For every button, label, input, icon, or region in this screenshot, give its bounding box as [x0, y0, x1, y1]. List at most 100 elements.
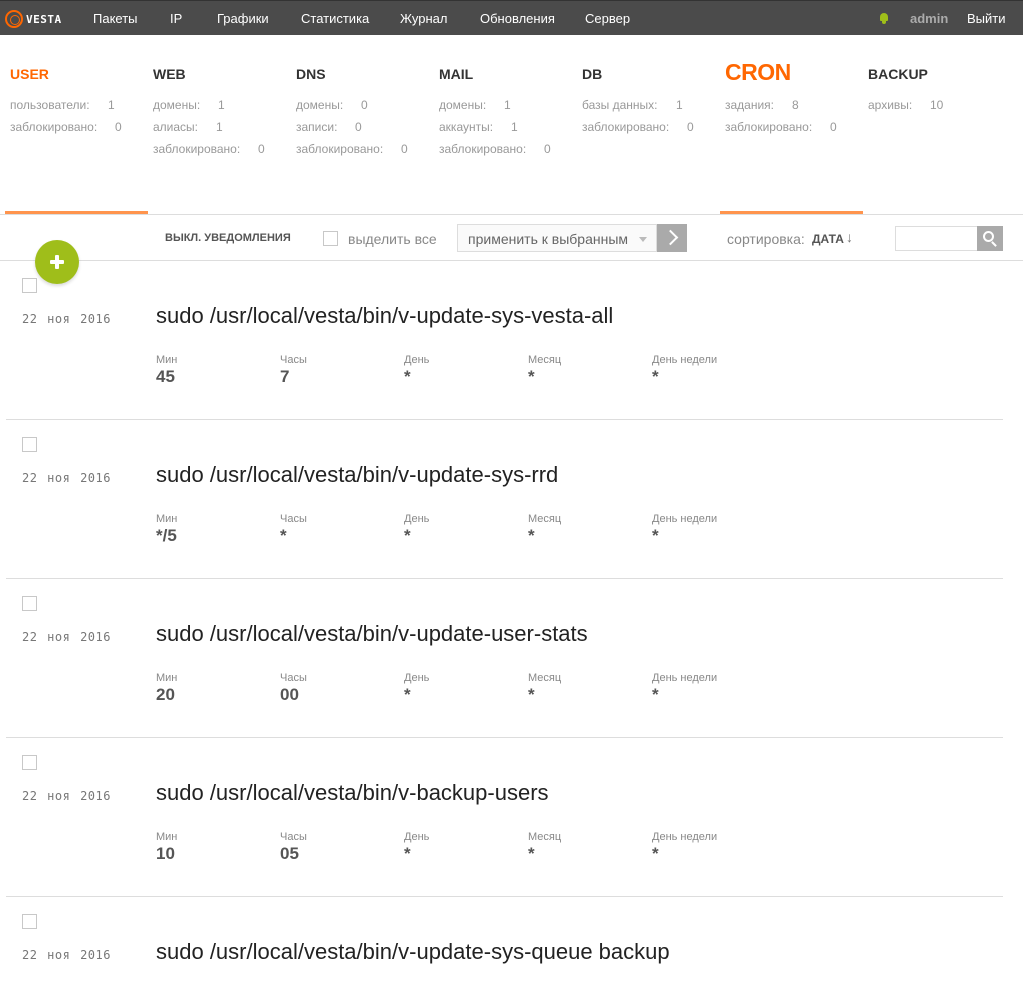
panel-db[interactable]: DB базы данных: 1 заблокировано: 0	[582, 62, 725, 214]
mute-notifications-button[interactable]: ВЫКЛ. УВЕДОМЛЕНИЯ	[165, 232, 291, 244]
field-label: Часы	[280, 513, 307, 525]
panel-title: WEB	[153, 66, 186, 82]
field-weekday: День недели *	[652, 672, 717, 705]
nav-item-server[interactable]: Сервер	[585, 11, 630, 26]
panel-cron[interactable]: CRON задания: 8 заблокировано: 0	[725, 59, 868, 214]
field-month: Месяц *	[528, 354, 561, 387]
search-input[interactable]	[895, 226, 978, 251]
field-value: *	[528, 685, 535, 704]
field-value: *	[652, 526, 659, 545]
field-label: День недели	[652, 831, 718, 843]
panel-row-label: заблокировано:	[439, 142, 527, 156]
panel-row-value: 0	[830, 120, 837, 134]
job-command[interactable]: sudo /usr/local/vesta/bin/v-update-sys-q…	[156, 939, 670, 965]
panel-row-value: 8	[792, 98, 799, 112]
field-value: *	[528, 844, 535, 863]
panel-mail[interactable]: MAIL домены: 1 аккаунты: 1 заблокировано…	[439, 62, 582, 214]
field-value: */5	[156, 526, 177, 545]
job-command[interactable]: sudo /usr/local/vesta/bin/v-update-sys-v…	[156, 303, 613, 329]
field-hour: Часы 05	[280, 831, 307, 864]
panel-row-label: заблокировано:	[10, 120, 98, 134]
field-label: Часы	[280, 354, 307, 366]
row-checkbox[interactable]	[22, 755, 37, 770]
select-all-label[interactable]: выделить все	[348, 231, 437, 247]
panel-title: BACKUP	[868, 66, 928, 82]
panel-row-label: записи:	[296, 120, 338, 134]
bulk-action-select[interactable]: применить к выбранным	[457, 224, 657, 252]
nav-item-statistics[interactable]: Статистика	[301, 11, 369, 26]
field-label: День недели	[652, 672, 718, 684]
panel-row-label: домены:	[296, 98, 344, 112]
cron-job-row[interactable]: 22 ноя 2016 sudo /usr/local/vesta/bin/v-…	[6, 420, 1003, 579]
field-label: Мин	[156, 513, 178, 525]
job-command[interactable]: sudo /usr/local/vesta/bin/v-backup-users	[156, 780, 549, 806]
nav-item-graphs[interactable]: Графики	[217, 11, 269, 26]
field-label: День	[404, 513, 430, 525]
cron-job-row[interactable]: 22 ноя 2016 sudo /usr/local/vesta/bin/v-…	[6, 738, 1003, 897]
nav-item-ip[interactable]: IP	[170, 11, 182, 26]
panel-backup[interactable]: BACKUP архивы: 10	[868, 62, 1011, 214]
row-checkbox[interactable]	[22, 437, 37, 452]
field-min: Мин */5	[156, 513, 177, 546]
logout-link[interactable]: Выйти	[967, 11, 1006, 26]
field-value: 05	[280, 844, 299, 863]
row-checkbox[interactable]	[22, 278, 37, 293]
user-menu-admin[interactable]: admin	[910, 11, 948, 26]
nav-item-log[interactable]: Журнал	[400, 11, 447, 26]
cron-job-row[interactable]: 22 ноя 2016 sudo /usr/local/vesta/bin/v-…	[6, 261, 1003, 420]
field-value: *	[404, 526, 411, 545]
job-command[interactable]: sudo /usr/local/vesta/bin/v-update-user-…	[156, 621, 588, 647]
panel-row-label: заблокировано:	[296, 142, 384, 156]
field-hour: Часы *	[280, 513, 307, 546]
panel-row-label: аккаунты:	[439, 120, 494, 134]
field-label: День недели	[652, 354, 718, 366]
cron-job-row[interactable]: 22 ноя 2016 sudo /usr/local/vesta/bin/v-…	[6, 579, 1003, 738]
panel-title: DB	[582, 66, 603, 82]
cron-job-row[interactable]: 22 ноя 2016 sudo /usr/local/vesta/bin/v-…	[6, 897, 1003, 986]
panel-row-label: пользователи:	[10, 98, 90, 112]
panel-dns[interactable]: DNS домены: 0 записи: 0 заблокировано: 0	[296, 62, 439, 214]
row-checkbox[interactable]	[22, 596, 37, 611]
panel-row-value: 1	[216, 120, 223, 134]
field-value: 00	[280, 685, 299, 704]
job-command[interactable]: sudo /usr/local/vesta/bin/v-update-sys-r…	[156, 462, 558, 488]
field-label: День	[404, 672, 430, 684]
panel-row-value: 1	[218, 98, 225, 112]
notifications-bell-icon[interactable]	[879, 13, 889, 24]
panel-row-label: базы данных:	[582, 98, 658, 112]
field-weekday: День недели *	[652, 513, 717, 546]
field-label: Месяц	[528, 354, 562, 366]
search-button[interactable]	[977, 226, 1003, 251]
field-label: Мин	[156, 354, 178, 366]
field-month: Месяц *	[528, 831, 561, 864]
panel-row-value: 0	[687, 120, 694, 134]
job-date: 22 ноя 2016	[22, 948, 111, 962]
select-all-checkbox[interactable]	[323, 231, 338, 246]
sort-field-button[interactable]: ДАТА	[812, 232, 844, 246]
nav-item-updates[interactable]: Обновления	[480, 11, 555, 26]
field-day: День *	[404, 831, 429, 864]
panel-web[interactable]: WEB домены: 1 алиасы: 1 заблокировано: 0	[153, 62, 296, 214]
search-icon-handle	[991, 241, 997, 247]
field-weekday: День недели *	[652, 354, 717, 387]
field-label: День	[404, 354, 430, 366]
sort-label: сортировка:	[727, 231, 805, 247]
field-value: *	[652, 367, 659, 386]
field-month: Месяц *	[528, 672, 561, 705]
panel-row-value: 1	[108, 98, 115, 112]
field-day: День *	[404, 513, 429, 546]
field-hour: Часы 00	[280, 672, 307, 705]
row-checkbox[interactable]	[22, 914, 37, 929]
panel-user[interactable]: USER пользователи: 1 заблокировано: 0	[10, 62, 153, 214]
panel-title: DNS	[296, 66, 326, 82]
panel-row-label: домены:	[153, 98, 201, 112]
field-value: *	[528, 526, 535, 545]
field-value: 20	[156, 685, 175, 704]
panel-row-value: 0	[115, 120, 122, 134]
apply-bulk-action-button[interactable]	[657, 224, 687, 252]
nav-item-packages[interactable]: Пакеты	[93, 11, 138, 26]
logo-text: VESTA	[26, 12, 62, 26]
panel-row-value: 0	[401, 142, 408, 156]
vesta-logo[interactable]: VESTA	[5, 9, 62, 29]
sort-direction-icon[interactable]: ↓	[846, 229, 853, 245]
